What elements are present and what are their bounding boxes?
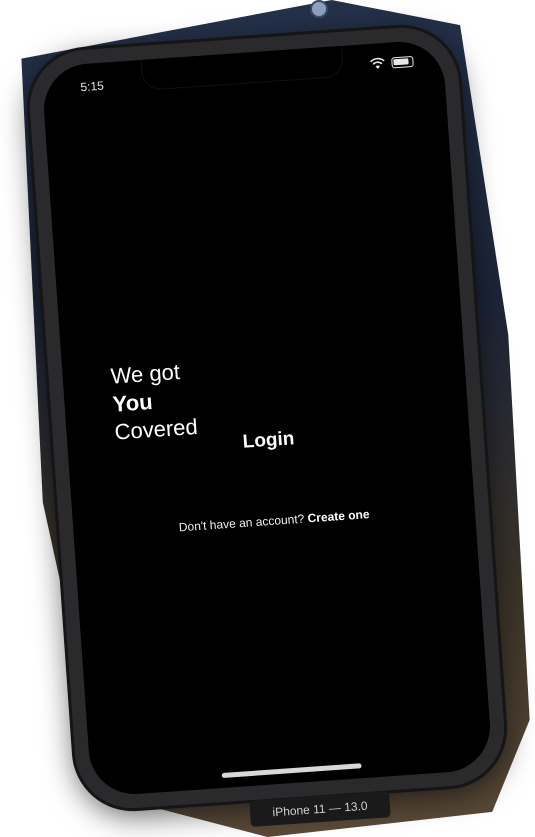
signup-prompt-text: Don't have an account? [178,511,305,535]
status-bar-time: 5:15 [79,78,105,95]
app-screen: 5:15 We got You Covered Login Don't have… [40,38,494,798]
iphone-device-frame: 5:15 We got You Covered Login Don't have… [26,23,508,813]
home-indicator[interactable] [221,763,362,779]
simulator-scene: 5:15 We got You Covered Login Don't have… [0,0,535,837]
signup-prompt-row: Don't have an account? Create one [73,500,475,542]
battery-icon [391,55,414,68]
create-account-link[interactable]: Create one [307,507,370,525]
welcome-headline: We got You Covered [110,357,199,447]
wifi-icon [370,57,385,69]
status-bar-icons [369,55,414,70]
device-notch [141,45,344,90]
simulator-window-icon [312,2,326,16]
